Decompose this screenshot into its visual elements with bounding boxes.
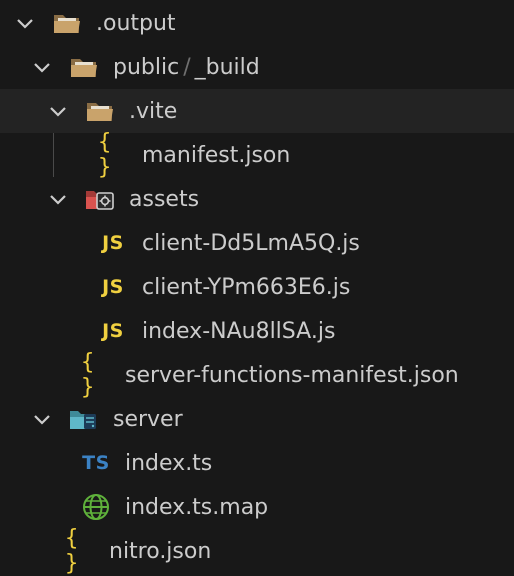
chevron-down-icon[interactable] [45, 98, 71, 124]
tree-item-sublabel: _build [194, 54, 260, 80]
tree-item-label: nitro.json [109, 538, 212, 564]
tree-item-index-ts-map[interactable]: index.ts.map [0, 485, 514, 529]
tree-item-js-file[interactable]: JS index-NAu8llSA.js [0, 309, 514, 353]
json-braces-icon: { } [81, 350, 98, 400]
folder-open-icon [69, 54, 99, 80]
chevron-down-icon[interactable] [29, 406, 55, 432]
file-explorer-tree: .output public / _build .vite {} manife… [0, 0, 514, 576]
tree-item-label: server-functions-manifest.json [125, 362, 459, 388]
tree-item-label: .vite [129, 98, 178, 124]
chevron-down-icon[interactable] [12, 10, 38, 36]
chevron-down-icon[interactable] [45, 186, 71, 212]
tree-item-label: index.ts.map [125, 494, 269, 520]
javascript-icon: JS [102, 276, 124, 298]
tree-item-assets[interactable]: assets [0, 177, 514, 221]
tree-item-js-file[interactable]: JS client-Dd5LmA5Q.js [0, 221, 514, 265]
json-braces-icon: { } [98, 130, 115, 180]
javascript-icon: JS [102, 232, 124, 254]
tree-item-label: assets [129, 186, 200, 212]
tree-item-public-build[interactable]: public / _build [0, 45, 514, 89]
folder-open-icon [85, 98, 115, 124]
tree-item-label: client-YPm663E6.js [142, 274, 351, 300]
tree-item-output[interactable]: .output [0, 1, 514, 45]
tree-item-label: public [113, 54, 180, 80]
tree-item-vite[interactable]: .vite [0, 89, 514, 133]
assets-folder-icon [85, 186, 115, 212]
path-separator: / [183, 54, 191, 80]
server-folder-icon [69, 406, 99, 432]
tree-item-manifest-json[interactable]: { } manifest.json [0, 130, 514, 180]
tree-item-label: index.ts [125, 450, 213, 476]
folder-open-icon [52, 10, 82, 36]
javascript-icon: JS [102, 320, 124, 342]
tree-item-label: index-NAu8llSA.js [142, 318, 336, 344]
typescript-icon: TS [82, 452, 110, 474]
json-braces-icon: { } [65, 526, 82, 576]
tree-item-nitro-json[interactable]: { } nitro.json [0, 526, 514, 576]
tree-item-label: client-Dd5LmA5Q.js [142, 230, 360, 256]
tree-item-label: manifest.json [142, 142, 291, 168]
tree-item-server-functions-manifest[interactable]: { } server-functions-manifest.json [0, 350, 514, 400]
tree-item-server[interactable]: server [0, 397, 514, 441]
tree-item-js-file[interactable]: JS client-YPm663E6.js [0, 265, 514, 309]
globe-icon [81, 494, 111, 520]
tree-item-label: .output [96, 10, 176, 36]
tree-item-label: server [113, 406, 183, 432]
chevron-down-icon[interactable] [29, 54, 55, 80]
tree-item-index-ts[interactable]: TS index.ts [0, 441, 514, 485]
